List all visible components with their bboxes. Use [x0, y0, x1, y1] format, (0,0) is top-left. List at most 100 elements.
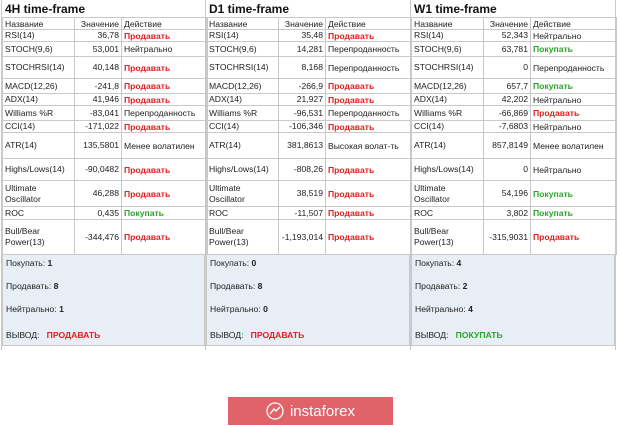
indicator-action: Менее волатилен: [530, 132, 617, 159]
summary-sell-count: Продавать: 8: [6, 281, 58, 291]
timeframe-title: D1 time-frame: [209, 2, 290, 16]
indicator-action: Покупать: [530, 206, 617, 220]
indicator-name: CCI(14): [206, 120, 279, 133]
summary-count: 8: [257, 281, 263, 291]
indicator-value: -1,193,014: [278, 219, 326, 255]
table-row: Bull/Bear Power(13) -315,9031 Продавать: [411, 219, 617, 255]
table-row: Bull/Bear Power(13) -344,476 Продавать: [2, 219, 208, 255]
indicator-name: Highs/Lows(14): [206, 158, 279, 181]
table-row: STOCH(9,6) 14,281 Перепроданность: [206, 41, 412, 57]
indicator-action: Продавать: [121, 29, 208, 42]
table-row: ROC -11,507 Продавать: [206, 206, 412, 220]
indicator-value: -11,507: [278, 206, 326, 220]
table-row: ROC 3,802 Покупать: [411, 206, 617, 220]
indicator-value: 8,168: [278, 56, 326, 79]
table-row: Williams %R -96,531 Перепроданность: [206, 105, 412, 121]
indicator-name: Ultimate Oscillator: [2, 180, 75, 207]
indicator-name: ADX(14): [411, 93, 484, 106]
indicator-action: Продавать: [325, 29, 412, 42]
summary-label: Покупать:: [415, 258, 455, 268]
verdict-label: ВЫВОД:: [210, 330, 244, 340]
summary-panel: Покупать: 1 Продавать: 8 Нейтрально: 1 ВЫВО…: [2, 255, 205, 346]
value-column-header: Значение: [74, 17, 122, 30]
table-row: Highs/Lows(14) -90,0482 Продавать: [2, 158, 208, 181]
table-row: Bull/Bear Power(13) -1,193,014 Продавать: [206, 219, 412, 255]
summary-count: 2: [462, 281, 468, 291]
table-row: ADX(14) 41,946 Продавать: [2, 93, 208, 106]
indicator-value: -344,476: [74, 219, 122, 255]
summary-label: Покупать:: [210, 258, 250, 268]
indicator-action: Нейтрально: [530, 29, 617, 42]
indicator-value: 40,148: [74, 56, 122, 79]
summary-label: Нейтрально:: [6, 304, 57, 314]
indicator-value: 0: [483, 56, 531, 79]
indicator-value: 857,8149: [483, 132, 531, 159]
timeframe-panel: W1 time-frame Название Значение Действие RSI…: [411, 0, 617, 350]
indicators-table: Название Значение Действие RSI(14) 35,48 Прод…: [206, 17, 412, 255]
indicator-name: Bull/Bear Power(13): [411, 219, 484, 255]
summary-label: Покупать:: [6, 258, 46, 268]
indicator-value: -106,346: [278, 120, 326, 133]
indicators-table: Название Значение Действие RSI(14) 36,78 Прод…: [2, 17, 208, 255]
indicator-name: ROC: [206, 206, 279, 220]
timeframe-panel: D1 time-frame Название Значение Действие RSI…: [206, 0, 412, 350]
name-column-header: Название: [411, 17, 484, 30]
summary-label: Продавать:: [6, 281, 52, 291]
indicator-name: STOCHRSI(14): [411, 56, 484, 79]
indicator-name: Williams %R: [411, 105, 484, 121]
indicator-action: Продавать: [121, 78, 208, 94]
indicator-action: Продавать: [530, 219, 617, 255]
indicator-value: 0,435: [74, 206, 122, 220]
table-row: MACD(12,26) -241,8 Продавать: [2, 78, 208, 94]
indicator-name: Williams %R: [206, 105, 279, 121]
indicator-name: ATR(14): [2, 132, 75, 159]
indicator-action: Покупать: [530, 78, 617, 94]
indicator-action: Перепроданность: [325, 41, 412, 57]
indicator-action: Нейтрально: [121, 41, 208, 57]
indicator-action: Нейтрально: [530, 158, 617, 181]
timeframe-tables: 4H time-frame Название Значение Действие RSI…: [1, 0, 617, 350]
indicator-value: -83,041: [74, 105, 122, 121]
table-row: Highs/Lows(14) 0 Нейтрально: [411, 158, 617, 181]
verdict-value: ПРОДАВАТЬ: [250, 330, 305, 340]
action-column-header: Действие: [530, 17, 617, 30]
table-row: Williams %R -83,041 Перепроданность: [2, 105, 208, 121]
table-row: STOCHRSI(14) 0 Перепроданность: [411, 56, 617, 79]
indicator-action: Высокая волат-ть: [325, 132, 412, 159]
table-row: STOCHRSI(14) 40,148 Продавать: [2, 56, 208, 79]
indicator-action: Продавать: [530, 105, 617, 121]
indicator-name: ROC: [411, 206, 484, 220]
indicator-value: 41,946: [74, 93, 122, 106]
table-row: MACD(12,26) 657,7 Покупать: [411, 78, 617, 94]
instaforex-logo-icon: [266, 402, 284, 420]
indicator-action: Продавать: [325, 206, 412, 220]
summary-count: 0: [251, 258, 257, 268]
table-row: STOCH(9,6) 53,001 Нейтрально: [2, 41, 208, 57]
table-row: ATR(14) 381,8613 Высокая волат-ть: [206, 132, 412, 159]
indicator-name: STOCH(9,6): [2, 41, 75, 57]
indicator-value: 53,001: [74, 41, 122, 57]
indicator-value: 38,519: [278, 180, 326, 207]
indicator-value: -90,0482: [74, 158, 122, 181]
timeframe-title: 4H time-frame: [5, 2, 86, 16]
table-row: Williams %R -66,869 Продавать: [411, 105, 617, 121]
timeframe-title: W1 time-frame: [414, 2, 497, 16]
summary-buy-count: Покупать: 1: [6, 258, 52, 268]
indicator-action: Продавать: [121, 219, 208, 255]
indicator-action: Продавать: [121, 120, 208, 133]
table-row: RSI(14) 36,78 Продавать: [2, 29, 208, 42]
summary-verdict: ВЫВОД: ПОКУПАТЬ: [415, 330, 503, 340]
table-row: ROC 0,435 Покупать: [2, 206, 208, 220]
summary-count: 1: [47, 258, 53, 268]
indicator-name: CCI(14): [411, 120, 484, 133]
table-row: CCI(14) -106,346 Продавать: [206, 120, 412, 133]
summary-count: 1: [59, 304, 64, 314]
verdict-value: ПРОДАВАТЬ: [46, 330, 101, 340]
summary-count: 4: [456, 258, 462, 268]
indicator-value: -7,6803: [483, 120, 531, 133]
indicator-name: Bull/Bear Power(13): [206, 219, 279, 255]
indicator-name: Highs/Lows(14): [411, 158, 484, 181]
indicator-name: STOCH(9,6): [411, 41, 484, 57]
indicator-name: Ultimate Oscillator: [411, 180, 484, 207]
indicator-action: Продавать: [121, 93, 208, 106]
